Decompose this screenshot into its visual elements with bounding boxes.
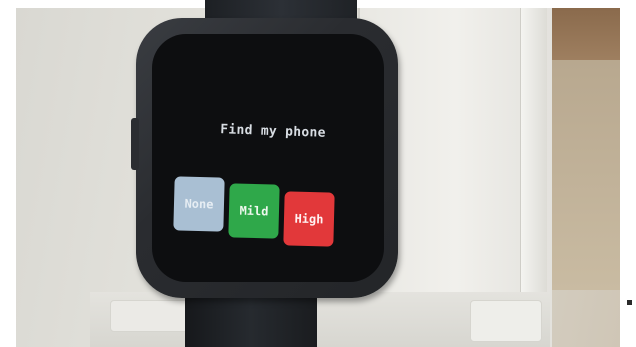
- photo: Find my phone None Mild High: [0, 0, 636, 347]
- none-button-label: None: [184, 196, 214, 212]
- high-button-label: High: [294, 211, 324, 227]
- watch-side-button[interactable]: [131, 118, 139, 170]
- none-button[interactable]: None: [173, 176, 225, 232]
- stand-notch-right: [470, 300, 542, 342]
- background-wood-lower: [548, 60, 620, 290]
- mild-button[interactable]: Mild: [228, 183, 280, 239]
- high-button[interactable]: High: [283, 191, 335, 247]
- edge-mark: [627, 300, 632, 305]
- mild-button-label: Mild: [239, 203, 269, 219]
- watch-screen: [152, 34, 384, 282]
